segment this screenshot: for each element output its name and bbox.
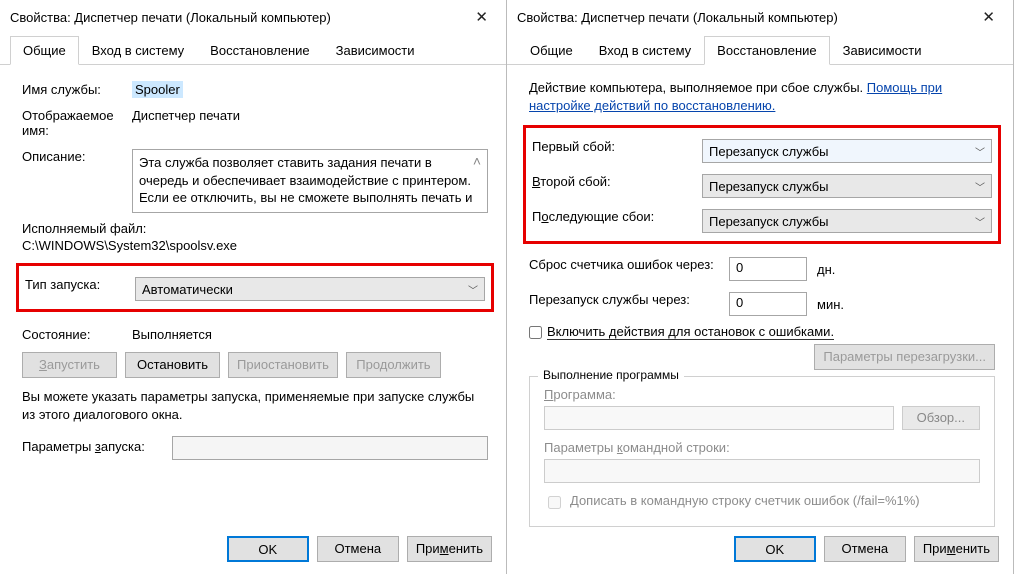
- subsequent-failure-dropdown[interactable]: Перезапуск службы ﹀: [702, 209, 992, 233]
- pause-button: Приостановить: [228, 352, 338, 378]
- label-cmdline: Параметры командной строки:: [544, 440, 980, 455]
- description-textarea[interactable]: ˄ Эта служба позволяет ставить задания п…: [132, 149, 488, 213]
- start-params-input: [172, 436, 488, 460]
- tab-general[interactable]: Общие: [10, 36, 79, 65]
- close-icon[interactable]: ✕: [974, 6, 1003, 28]
- titlebar: Свойства: Диспетчер печати (Локальный ко…: [507, 0, 1013, 36]
- restart-params-button: Параметры перезагрузки...: [814, 344, 995, 370]
- window-title: Свойства: Диспетчер печати (Локальный ко…: [10, 10, 331, 25]
- reset-fail-unit: дн.: [817, 262, 835, 277]
- close-icon[interactable]: ✕: [467, 6, 496, 28]
- restart-after-unit: мин.: [817, 297, 844, 312]
- dialog-recovery: Свойства: Диспетчер печати (Локальный ко…: [507, 0, 1014, 574]
- label-subsequent-failure: Последующие сбои:: [532, 206, 702, 224]
- footer-buttons: OK Отмена Применить: [0, 530, 506, 574]
- chevron-down-icon: ﹀: [975, 214, 985, 229]
- startup-type-dropdown[interactable]: Автоматически ﹀: [135, 277, 485, 301]
- service-name-value[interactable]: Spooler: [132, 81, 183, 98]
- label-description: Описание:: [22, 146, 132, 164]
- apply-button[interactable]: Применить: [407, 536, 492, 562]
- restart-after-input[interactable]: 0: [729, 292, 807, 316]
- tab-logon[interactable]: Вход в систему: [79, 36, 197, 65]
- tab-recovery[interactable]: Восстановление: [704, 36, 829, 65]
- label-restart-after: Перезапуск службы через:: [529, 289, 729, 307]
- ok-button[interactable]: OK: [734, 536, 816, 562]
- tab-general[interactable]: Общие: [517, 36, 586, 65]
- label-display-name: Отображаемое имя:: [22, 105, 132, 138]
- chevron-down-icon: ﹀: [975, 144, 985, 159]
- append-fail-label: Дописать в командную строку счетчик ошиб…: [570, 493, 920, 508]
- label-startup-type: Тип запуска:: [25, 274, 135, 292]
- highlight-failure-actions: Первый сбой: Перезапуск службы ﹀ Второй …: [523, 125, 1001, 244]
- run-program-fieldset: Выполнение программы Программа: Обзор...…: [529, 376, 995, 527]
- enable-actions-checkbox[interactable]: [529, 326, 542, 339]
- apply-button[interactable]: Применить: [914, 536, 999, 562]
- label-service-name: Имя службы:: [22, 79, 132, 97]
- window-title: Свойства: Диспетчер печати (Локальный ко…: [517, 10, 838, 25]
- start-button: Запустить: [22, 352, 117, 378]
- content-recovery: Действие компьютера, выполняемое при сбо…: [507, 65, 1013, 530]
- cancel-button[interactable]: Отмена: [824, 536, 906, 562]
- browse-button: Обзор...: [902, 406, 980, 430]
- first-failure-dropdown[interactable]: Перезапуск службы ﹀: [702, 139, 992, 163]
- startup-hint: Вы можете указать параметры запуска, при…: [22, 388, 488, 424]
- program-input: [544, 406, 894, 430]
- label-program: Программа:: [544, 387, 980, 402]
- tab-dependencies[interactable]: Зависимости: [323, 36, 428, 65]
- cmdline-input: [544, 459, 980, 483]
- scrollbar-up-icon[interactable]: ˄: [473, 152, 481, 171]
- enable-actions-label: Включить действия для остановок с ошибка…: [547, 324, 834, 340]
- tab-dependencies[interactable]: Зависимости: [830, 36, 935, 65]
- ok-button[interactable]: OK: [227, 536, 309, 562]
- executable-path: C:\WINDOWS\System32\spoolsv.exe: [22, 238, 488, 253]
- state-value: Выполняется: [132, 324, 488, 342]
- tab-recovery[interactable]: Восстановление: [197, 36, 322, 65]
- fieldset-legend: Выполнение программы: [538, 368, 684, 382]
- chevron-down-icon: ﹀: [975, 179, 985, 194]
- display-name-value: Диспетчер печати: [132, 105, 488, 123]
- label-executable: Исполняемый файл:: [22, 221, 488, 236]
- stop-button[interactable]: Остановить: [125, 352, 220, 378]
- label-state: Состояние:: [22, 324, 132, 342]
- dialog-general: Свойства: Диспетчер печати (Локальный ко…: [0, 0, 507, 574]
- chevron-down-icon: ﹀: [468, 282, 478, 297]
- reset-fail-input[interactable]: 0: [729, 257, 807, 281]
- label-second-failure: Второй сбой:: [532, 171, 702, 189]
- footer-buttons: OK Отмена Применить: [507, 530, 1013, 574]
- resume-button: Продолжить: [346, 352, 441, 378]
- label-first-failure: Первый сбой:: [532, 136, 702, 154]
- highlight-startup-type: Тип запуска: Автоматически ﹀: [16, 263, 494, 312]
- tabs-general: Общие Вход в систему Восстановление Зави…: [0, 36, 506, 65]
- content-general: Имя службы: Spooler Отображаемое имя: Ди…: [0, 65, 506, 530]
- titlebar: Свойства: Диспетчер печати (Локальный ко…: [0, 0, 506, 36]
- label-reset-fail: Сброс счетчика ошибок через:: [529, 254, 729, 272]
- cancel-button[interactable]: Отмена: [317, 536, 399, 562]
- tabs-recovery: Общие Вход в систему Восстановление Зави…: [507, 36, 1013, 65]
- append-fail-checkbox: [548, 496, 561, 509]
- second-failure-dropdown[interactable]: Перезапуск службы ﹀: [702, 174, 992, 198]
- tab-logon[interactable]: Вход в систему: [586, 36, 704, 65]
- label-start-params: Параметры запуска:: [22, 436, 172, 454]
- recovery-top-text: Действие компьютера, выполняемое при сбо…: [529, 79, 995, 115]
